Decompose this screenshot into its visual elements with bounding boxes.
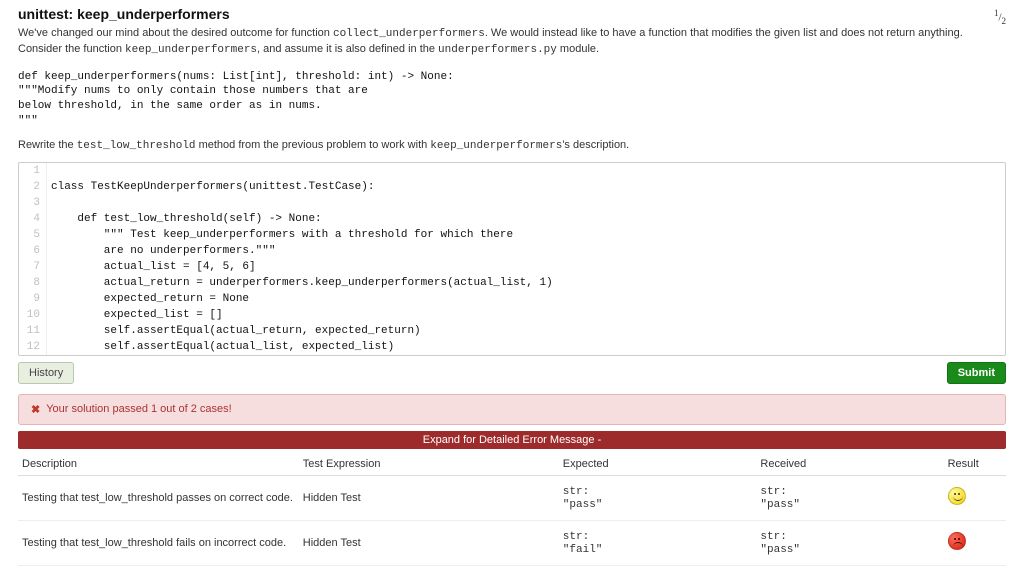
signature-block: def keep_underperformers(nums: List[int]… (18, 70, 1006, 129)
code-editor[interactable]: 12class TestKeepUnderperformers(unittest… (18, 162, 1006, 356)
alert-message: Your solution passed 1 out of 2 cases! (46, 403, 232, 415)
cell-result (944, 475, 1006, 520)
code-line[interactable] (47, 163, 1005, 179)
cell-expected: str: "pass" (559, 475, 757, 520)
col-header-received: Received (756, 453, 943, 476)
code-line[interactable]: def test_low_threshold(self) -> None: (47, 211, 1005, 227)
code-line[interactable]: expected_return = None (47, 291, 1005, 307)
rewrite-text: 's description. (562, 139, 629, 151)
line-number: 8 (19, 275, 47, 291)
intro-text: We've changed our mind about the desired… (18, 27, 333, 39)
col-header-test: Test Expression (299, 453, 559, 476)
intro-code-keep: keep_underperformers (125, 44, 257, 56)
line-number: 5 (19, 227, 47, 243)
rewrite-code-method: test_low_threshold (77, 140, 196, 152)
history-button[interactable]: History (18, 362, 74, 384)
result-alert: ✖ Your solution passed 1 out of 2 cases! (18, 394, 1006, 425)
page-title: unittest: keep_underperformers (18, 6, 230, 22)
cell-received: str: "pass" (756, 520, 943, 565)
line-number: 12 (19, 339, 47, 355)
rewrite-instruction: Rewrite the test_low_threshold method fr… (18, 139, 1006, 152)
rewrite-text: method from the previous problem to work… (196, 139, 431, 151)
cell-result (944, 520, 1006, 565)
table-row: Testing that test_low_threshold fails on… (18, 520, 1006, 565)
line-number: 2 (19, 179, 47, 195)
code-line[interactable]: self.assertEqual(actual_return, expected… (47, 323, 1005, 339)
cell-received: str: "pass" (756, 475, 943, 520)
frown-icon (948, 532, 966, 550)
line-number: 7 (19, 259, 47, 275)
cell-description: Testing that test_low_threshold passes o… (18, 475, 299, 520)
code-line[interactable]: expected_list = [] (47, 307, 1005, 323)
smile-icon (948, 487, 966, 505)
page-current: 1 (994, 8, 999, 18)
intro-code-collect: collect_underperformers (333, 28, 485, 40)
line-number: 9 (19, 291, 47, 307)
cell-test-expression: Hidden Test (299, 520, 559, 565)
code-line[interactable]: actual_return = underperformers.keep_und… (47, 275, 1005, 291)
intro-text: module. (557, 43, 599, 55)
line-number: 11 (19, 323, 47, 339)
results-table: Description Test Expression Expected Rec… (18, 453, 1006, 566)
line-number: 4 (19, 211, 47, 227)
cell-description: Testing that test_low_threshold fails on… (18, 520, 299, 565)
col-header-result: Result (944, 453, 1006, 476)
line-number: 3 (19, 195, 47, 211)
line-number: 6 (19, 243, 47, 259)
expand-error-bar[interactable]: Expand for Detailed Error Message - (18, 431, 1006, 449)
submit-button[interactable]: Submit (947, 362, 1006, 384)
code-line[interactable]: are no underperformers.""" (47, 243, 1005, 259)
line-number: 10 (19, 307, 47, 323)
code-line[interactable] (47, 195, 1005, 211)
rewrite-code-func: keep_underperformers (430, 140, 562, 152)
cell-test-expression: Hidden Test (299, 475, 559, 520)
col-header-expected: Expected (559, 453, 757, 476)
intro-paragraph: We've changed our mind about the desired… (18, 26, 1006, 58)
col-header-description: Description (18, 453, 299, 476)
code-line[interactable]: self.assertEqual(actual_list, expected_l… (47, 339, 1005, 355)
line-number: 1 (19, 163, 47, 179)
page-total: 2 (1002, 16, 1007, 26)
intro-code-module: underperformers.py (438, 44, 557, 56)
code-line[interactable]: """ Test keep_underperformers with a thr… (47, 227, 1005, 243)
cell-expected: str: "fail" (559, 520, 757, 565)
rewrite-text: Rewrite the (18, 139, 77, 151)
code-line[interactable]: class TestKeepUnderperformers(unittest.T… (47, 179, 1005, 195)
code-line[interactable]: actual_list = [4, 5, 6] (47, 259, 1005, 275)
page-indicator: 1/2 (994, 8, 1006, 26)
error-x-icon: ✖ (31, 403, 40, 416)
table-row: Testing that test_low_threshold passes o… (18, 475, 1006, 520)
intro-text: , and assume it is also defined in the (257, 43, 438, 55)
